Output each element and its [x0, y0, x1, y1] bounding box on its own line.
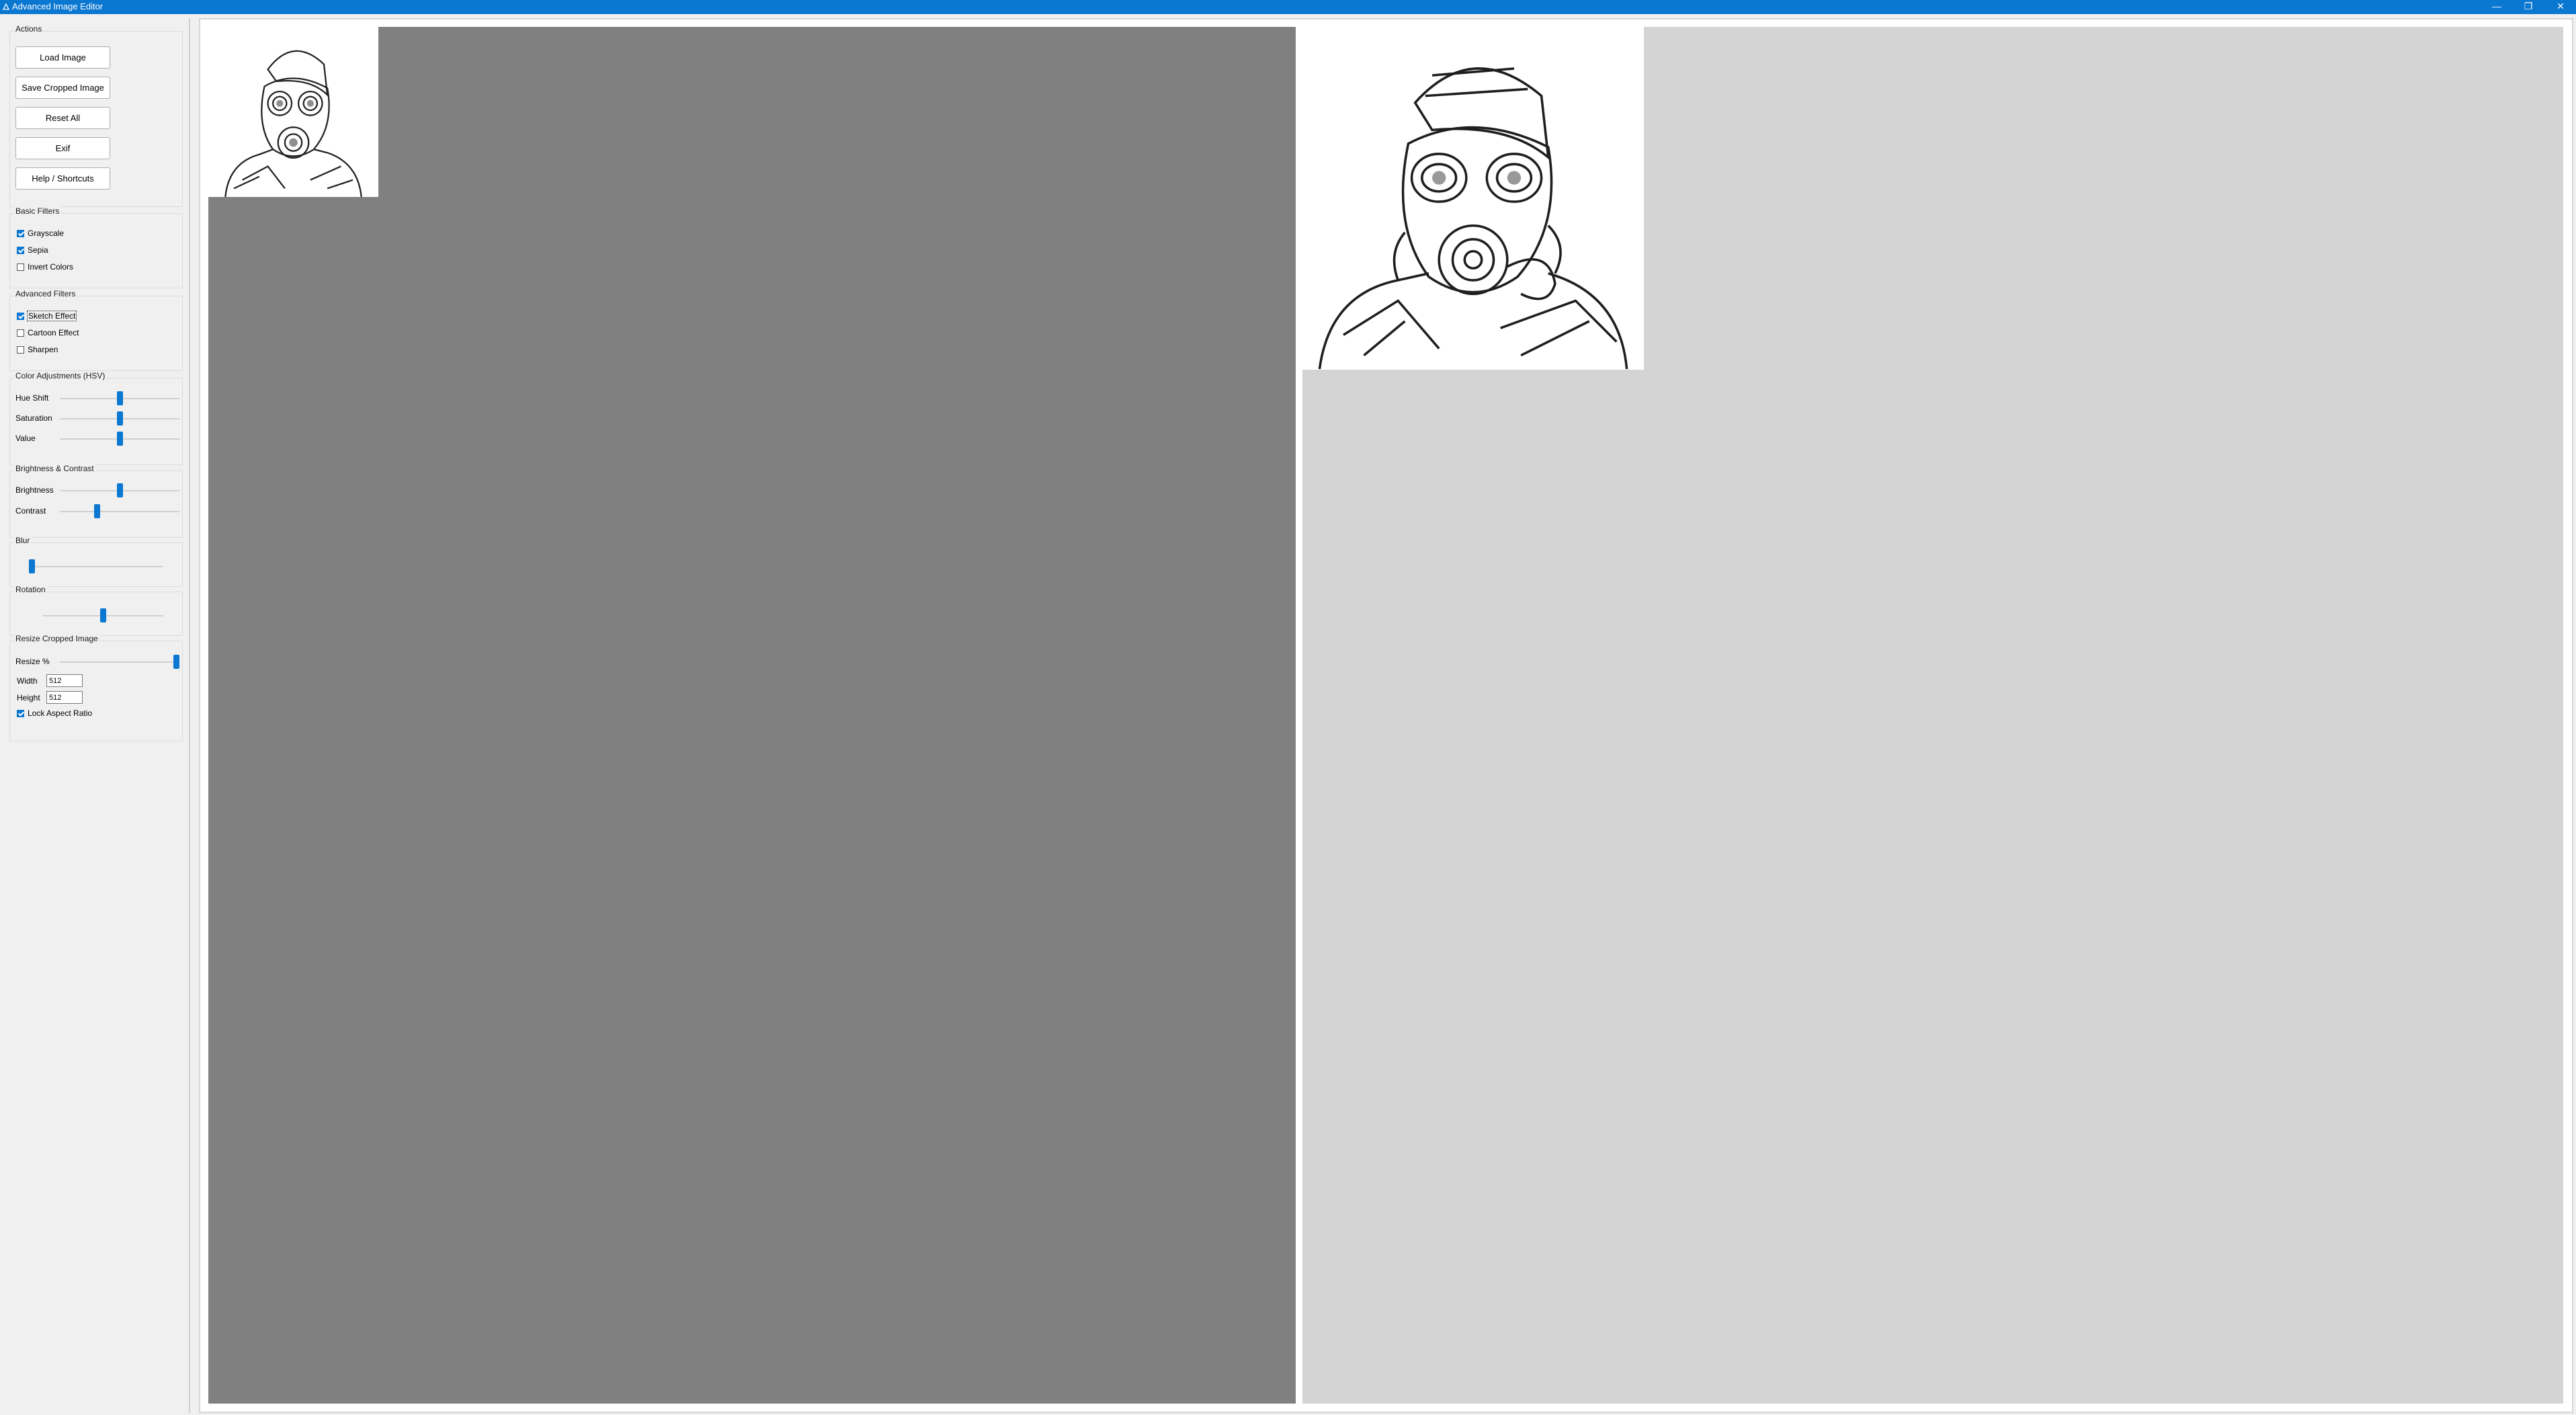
saturation-label: Saturation: [15, 413, 52, 423]
invert-colors-checkbox[interactable]: Invert Colors: [17, 261, 73, 273]
height-field-row: Height: [17, 691, 178, 704]
sharpen-checkbox[interactable]: Sharpen: [17, 343, 58, 356]
contrast-thumb[interactable]: [93, 504, 100, 518]
basic-filters-title: Basic Filters: [14, 206, 61, 216]
hue-shift-label: Hue Shift: [15, 393, 49, 403]
lock-aspect-check-icon: [17, 709, 24, 717]
rotation-slider[interactable]: [15, 608, 180, 623]
blur-slider[interactable]: [15, 559, 180, 574]
soldier-sketch-large: [1302, 28, 1644, 370]
contrast-track: [60, 511, 179, 512]
invert-colors-check-icon: [17, 263, 24, 271]
minimize-button[interactable]: —: [2483, 0, 2510, 14]
resize-thumb[interactable]: [173, 655, 179, 669]
contrast-slider[interactable]: Contrast: [15, 504, 180, 519]
color-adjustments-title: Color Adjustments (HSV): [14, 371, 107, 380]
resize-slider[interactable]: Resize %: [15, 655, 180, 670]
lock-aspect-ratio-checkbox[interactable]: Lock Aspect Ratio: [17, 707, 92, 719]
sharpen-label: Sharpen: [28, 345, 58, 354]
sepia-checkbox[interactable]: Sepia: [17, 244, 48, 256]
value-thumb[interactable]: [116, 432, 123, 446]
grayscale-label: Grayscale: [28, 229, 65, 238]
sepia-check-icon: [17, 246, 24, 254]
original-image-canvas[interactable]: [208, 27, 1296, 1404]
exif-button[interactable]: Exif: [15, 137, 110, 159]
rotation-title: Rotation: [14, 585, 47, 594]
sketch-effect-label: Sketch Effect: [26, 311, 77, 321]
resize-group: Resize Cropped Image Resize % Width Heig…: [9, 634, 183, 741]
lock-aspect-ratio-label: Lock Aspect Ratio: [28, 709, 93, 718]
width-field-row: Width: [17, 674, 178, 688]
rotation-group: Rotation: [9, 585, 183, 636]
sepia-label: Sepia: [28, 245, 48, 255]
maximize-button[interactable]: ❐: [2515, 0, 2542, 14]
edited-image-canvas[interactable]: [1302, 27, 2563, 1404]
blur-thumb[interactable]: [29, 559, 35, 573]
resize-track: [60, 661, 179, 663]
actions-group: Actions Load Image Save Cropped Image Re…: [9, 24, 183, 207]
hue-shift-thumb[interactable]: [116, 391, 123, 405]
resize-percent-label: Resize %: [15, 657, 50, 666]
width-label: Width: [17, 676, 38, 686]
invert-colors-label: Invert Colors: [28, 262, 74, 272]
blur-title: Blur: [14, 536, 32, 545]
sketch-effect-checkbox[interactable]: Sketch Effect: [17, 310, 77, 322]
sharpen-check-icon: [17, 346, 24, 354]
save-cropped-image-button[interactable]: Save Cropped Image: [15, 77, 110, 99]
grayscale-checkbox[interactable]: Grayscale: [17, 227, 64, 239]
actions-group-title: Actions: [14, 24, 44, 34]
edited-image-preview[interactable]: [1302, 27, 1644, 370]
brightness-thumb[interactable]: [116, 483, 123, 497]
brightness-slider[interactable]: Brightness: [15, 483, 180, 498]
value-slider[interactable]: Value: [15, 432, 180, 446]
value-label: Value: [15, 434, 36, 443]
advanced-filters-title: Advanced Filters: [14, 289, 77, 298]
blur-track: [29, 566, 163, 567]
resize-title: Resize Cropped Image: [14, 634, 99, 643]
cartoon-effect-label: Cartoon Effect: [28, 328, 79, 337]
blur-group: Blur: [9, 536, 183, 587]
brightness-contrast-group: Brightness & Contrast Brightness Contras…: [9, 464, 183, 538]
basic-filters-group: Basic Filters Grayscale Sepia Invert Col…: [9, 206, 183, 288]
app-icon: [2, 3, 10, 10]
advanced-filters-group: Advanced Filters Sketch Effect Cartoon E…: [9, 289, 183, 371]
control-panel: Actions Load Image Save Cropped Image Re…: [0, 18, 190, 1413]
window-title-bar: Advanced Image Editor — ❐ ✕: [0, 0, 2576, 14]
close-button[interactable]: ✕: [2547, 0, 2574, 14]
saturation-slider[interactable]: Saturation: [15, 411, 180, 426]
original-image-thumbnail[interactable]: [208, 27, 378, 197]
brightness-contrast-title: Brightness & Contrast: [14, 464, 95, 473]
grayscale-check-icon: [17, 229, 24, 237]
soldier-sketch-image: [208, 27, 378, 197]
cartoon-effect-checkbox[interactable]: Cartoon Effect: [17, 327, 79, 339]
saturation-thumb[interactable]: [116, 411, 123, 426]
sketch-effect-check-icon: [17, 312, 24, 320]
rotation-thumb[interactable]: [99, 608, 106, 622]
load-image-button[interactable]: Load Image: [15, 46, 110, 69]
width-input[interactable]: [46, 674, 83, 687]
hue-shift-slider[interactable]: Hue Shift: [15, 391, 180, 406]
contrast-label: Contrast: [15, 506, 46, 516]
brightness-label: Brightness: [15, 485, 54, 495]
window-title: Advanced Image Editor: [12, 1, 103, 11]
cartoon-effect-check-icon: [17, 329, 24, 337]
help-shortcuts-button[interactable]: Help / Shortcuts: [15, 167, 110, 190]
height-label: Height: [17, 693, 40, 702]
color-adjustments-group: Color Adjustments (HSV) Hue Shift Satura…: [9, 371, 183, 465]
reset-all-button[interactable]: Reset All: [15, 107, 110, 129]
height-input[interactable]: [46, 691, 83, 704]
